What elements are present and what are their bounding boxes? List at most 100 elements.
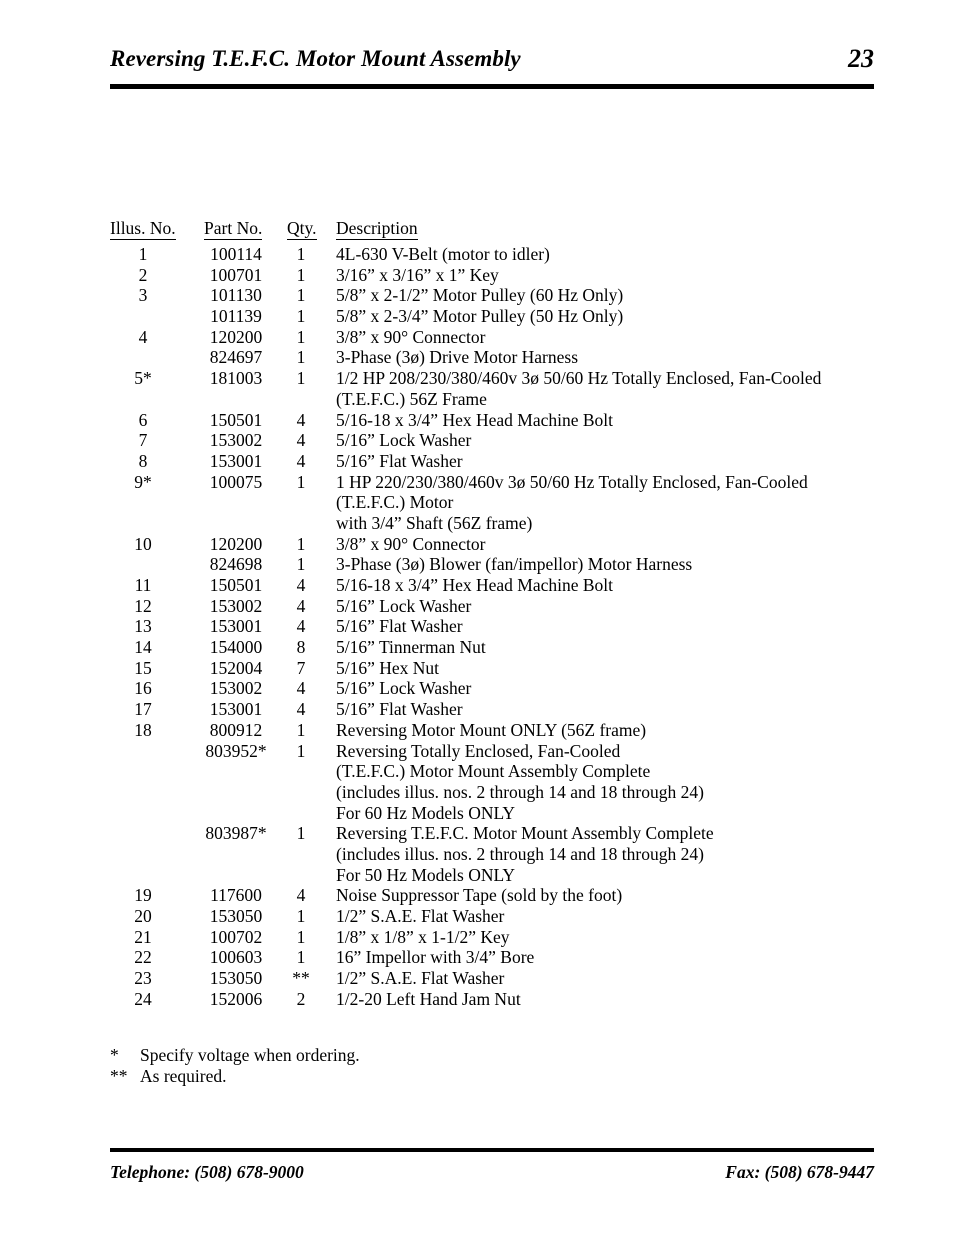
table-row: 6 150501 4 5/16-18 x 3/4” Hex Head Machine … xyxy=(0,410,954,431)
cell-qty: 1 xyxy=(296,823,306,844)
cell-illus-no: 2 xyxy=(138,264,148,285)
cell-qty: 1 xyxy=(296,554,306,575)
cell-part-no: 800912 xyxy=(209,719,263,740)
cell-part-no: 100701 xyxy=(209,264,263,285)
cell-part-no: 153050 xyxy=(209,968,263,989)
table-row: 12 153002 4 5/16” Lock Washer xyxy=(0,596,954,617)
cell-qty: 1 xyxy=(296,926,306,947)
cell-part-no: 120200 xyxy=(209,533,263,554)
cell-description-continuation: (includes illus. nos. 2 through 14 and 1… xyxy=(336,843,704,864)
table-row: 2 100701 1 3/16” x 3/16” x 1” Key xyxy=(0,265,954,286)
illustration-area xyxy=(110,95,874,210)
cell-description-continuation: (includes illus. nos. 2 through 14 and 1… xyxy=(336,781,704,802)
table-row: 3 101130 1 5/8” x 2-1/2” Motor Pulley (60 H… xyxy=(0,285,954,306)
cell-illus-no: 17 xyxy=(134,699,152,720)
cell-part-no: 100603 xyxy=(209,947,263,968)
cell-description: 5/16” Tinnerman Nut xyxy=(336,637,486,658)
cell-qty: 4 xyxy=(296,595,306,616)
cell-illus-no: 13 xyxy=(134,616,152,637)
cell-part-no: 152004 xyxy=(209,657,263,678)
column-header-part-no: Part No. xyxy=(204,218,263,240)
table-row-continuation: For 50 Hz Models ONLY xyxy=(0,865,954,886)
cell-description: 1/2-20 Left Hand Jam Nut xyxy=(336,988,521,1009)
footnote-marker: * xyxy=(110,1045,119,1065)
cell-qty: 1 xyxy=(296,947,306,968)
cell-description: 5/16” Lock Washer xyxy=(336,678,472,699)
cell-description: 5/16” Lock Washer xyxy=(336,430,472,451)
cell-qty: 7 xyxy=(296,657,306,678)
cell-description: Noise Suppressor Tape (sold by the foot) xyxy=(336,885,623,906)
footnotes: * Specify voltage when ordering. ** As requ… xyxy=(0,1045,954,1086)
footnote-text: As required. xyxy=(140,1065,227,1086)
footnote-text: Specify voltage when ordering. xyxy=(140,1045,360,1065)
cell-part-no: 101130 xyxy=(210,285,262,306)
parts-table: Illus. No. Part No. Qty. Description 1 10… xyxy=(0,218,954,1009)
cell-part-no: 153050 xyxy=(209,906,263,926)
cell-description: 5/16” Flat Washer xyxy=(336,699,463,720)
cell-part-no: 150501 xyxy=(209,409,263,430)
cell-part-no: 803987* xyxy=(205,823,267,844)
cell-part-no: 181003 xyxy=(209,368,263,389)
cell-description: Reversing T.E.F.C. Motor Mount Assembly … xyxy=(336,823,714,844)
cell-illus-no: 6 xyxy=(138,409,148,430)
table-row: 4 120200 1 3/8” x 90° Connector xyxy=(0,327,954,348)
cell-description: 3-Phase (3ø) Blower (fan/impellor) Motor… xyxy=(336,554,693,575)
table-row: 22 100603 1 16” Impellor with 3/4” Bore xyxy=(0,947,954,968)
page-header: Reversing T.E.F.C. Motor Mount Assembly … xyxy=(110,44,874,82)
cell-illus-no: 14 xyxy=(134,637,152,658)
cell-illus-no: 10 xyxy=(134,533,152,554)
cell-description-continuation: (T.E.F.C.) 56Z Frame xyxy=(336,388,487,409)
cell-illus-no: 11 xyxy=(134,575,152,595)
cell-description-continuation: For 50 Hz Models ONLY xyxy=(336,864,516,885)
footnote: ** As required. xyxy=(0,1066,954,1087)
page-title: Reversing T.E.F.C. Motor Mount Assembly xyxy=(110,46,521,71)
cell-description: 5/8” x 2-3/4” Motor Pulley (50 Hz Only) xyxy=(336,306,624,327)
cell-illus-no: 15 xyxy=(134,657,152,678)
cell-illus-no: 23 xyxy=(134,968,152,989)
cell-part-no: 803952* xyxy=(205,740,267,761)
cell-part-no: 153001 xyxy=(209,450,263,471)
table-row: 15 152004 7 5/16” Hex Nut xyxy=(0,658,954,679)
table-row: 20 153050 1 1/2” S.A.E. Flat Washer xyxy=(0,906,954,927)
cell-description: Reversing Motor Mount ONLY (56Z frame) xyxy=(336,719,647,740)
cell-description: 5/16-18 x 3/4” Hex Head Machine Bolt xyxy=(336,409,614,430)
cell-part-no: 153002 xyxy=(209,430,263,451)
page-footer: Telephone: (508) 678-9000 Fax: (508) 678… xyxy=(110,1162,874,1188)
table-row: 18 800912 1 Reversing Motor Mount ONLY (56Z… xyxy=(0,720,954,741)
cell-description: 5/16-18 x 3/4” Hex Head Machine Bolt xyxy=(336,575,614,595)
table-row: 7 153002 4 5/16” Lock Washer xyxy=(0,430,954,451)
cell-qty: 4 xyxy=(296,678,306,699)
cell-qty: 1 xyxy=(296,347,306,368)
cell-illus-no: 24 xyxy=(134,988,152,1009)
cell-qty: 1 xyxy=(296,326,306,347)
cell-description-continuation: For 60 Hz Models ONLY xyxy=(336,802,516,823)
column-header-description: Description xyxy=(336,218,418,240)
cell-qty: 4 xyxy=(296,616,306,637)
table-row: 11 150501 4 5/16-18 x 3/4” Hex Head Machine… xyxy=(0,575,954,596)
table-row-continuation: (T.E.F.C.) Motor xyxy=(0,492,954,513)
table-row-continuation: (T.E.F.C.) Motor Mount Assembly Complete xyxy=(0,761,954,782)
cell-qty: 1 xyxy=(296,368,306,389)
cell-description: 1/2” S.A.E. Flat Washer xyxy=(336,968,505,989)
table-row: 101139 1 5/8” x 2-3/4” Motor Pulley (50 Hz… xyxy=(0,306,954,327)
table-row-continuation: For 60 Hz Models ONLY xyxy=(0,803,954,824)
cell-description: 5/8” x 2-1/2” Motor Pulley (60 Hz Only) xyxy=(336,285,624,306)
cell-illus-no: 4 xyxy=(138,326,148,347)
cell-qty: 1 xyxy=(296,306,306,327)
cell-qty: 1 xyxy=(296,906,306,926)
cell-description: 1/2 HP 208/230/380/460v 3ø 50/60 Hz Tota… xyxy=(336,368,822,389)
cell-part-no: 824697 xyxy=(209,347,263,368)
cell-part-no: 100702 xyxy=(209,926,263,947)
page-number: 23 xyxy=(848,44,874,73)
cell-part-no: 153001 xyxy=(209,616,263,637)
cell-description: 4L-630 V-Belt (motor to idler) xyxy=(336,244,550,264)
cell-qty: 1 xyxy=(296,471,306,492)
table-row: 824698 1 3-Phase (3ø) Blower (fan/impellor… xyxy=(0,554,954,575)
cell-qty: 4 xyxy=(296,430,306,451)
cell-part-no: 152006 xyxy=(209,988,263,1009)
table-row: 19 117600 4 Noise Suppressor Tape (sold by … xyxy=(0,885,954,906)
cell-part-no: 824698 xyxy=(209,554,263,575)
table-row: 21 100702 1 1/8” x 1/8” x 1-1/2” Key xyxy=(0,927,954,948)
cell-description: 5/16” Flat Washer xyxy=(336,450,463,471)
cell-part-no: 153001 xyxy=(209,699,263,720)
